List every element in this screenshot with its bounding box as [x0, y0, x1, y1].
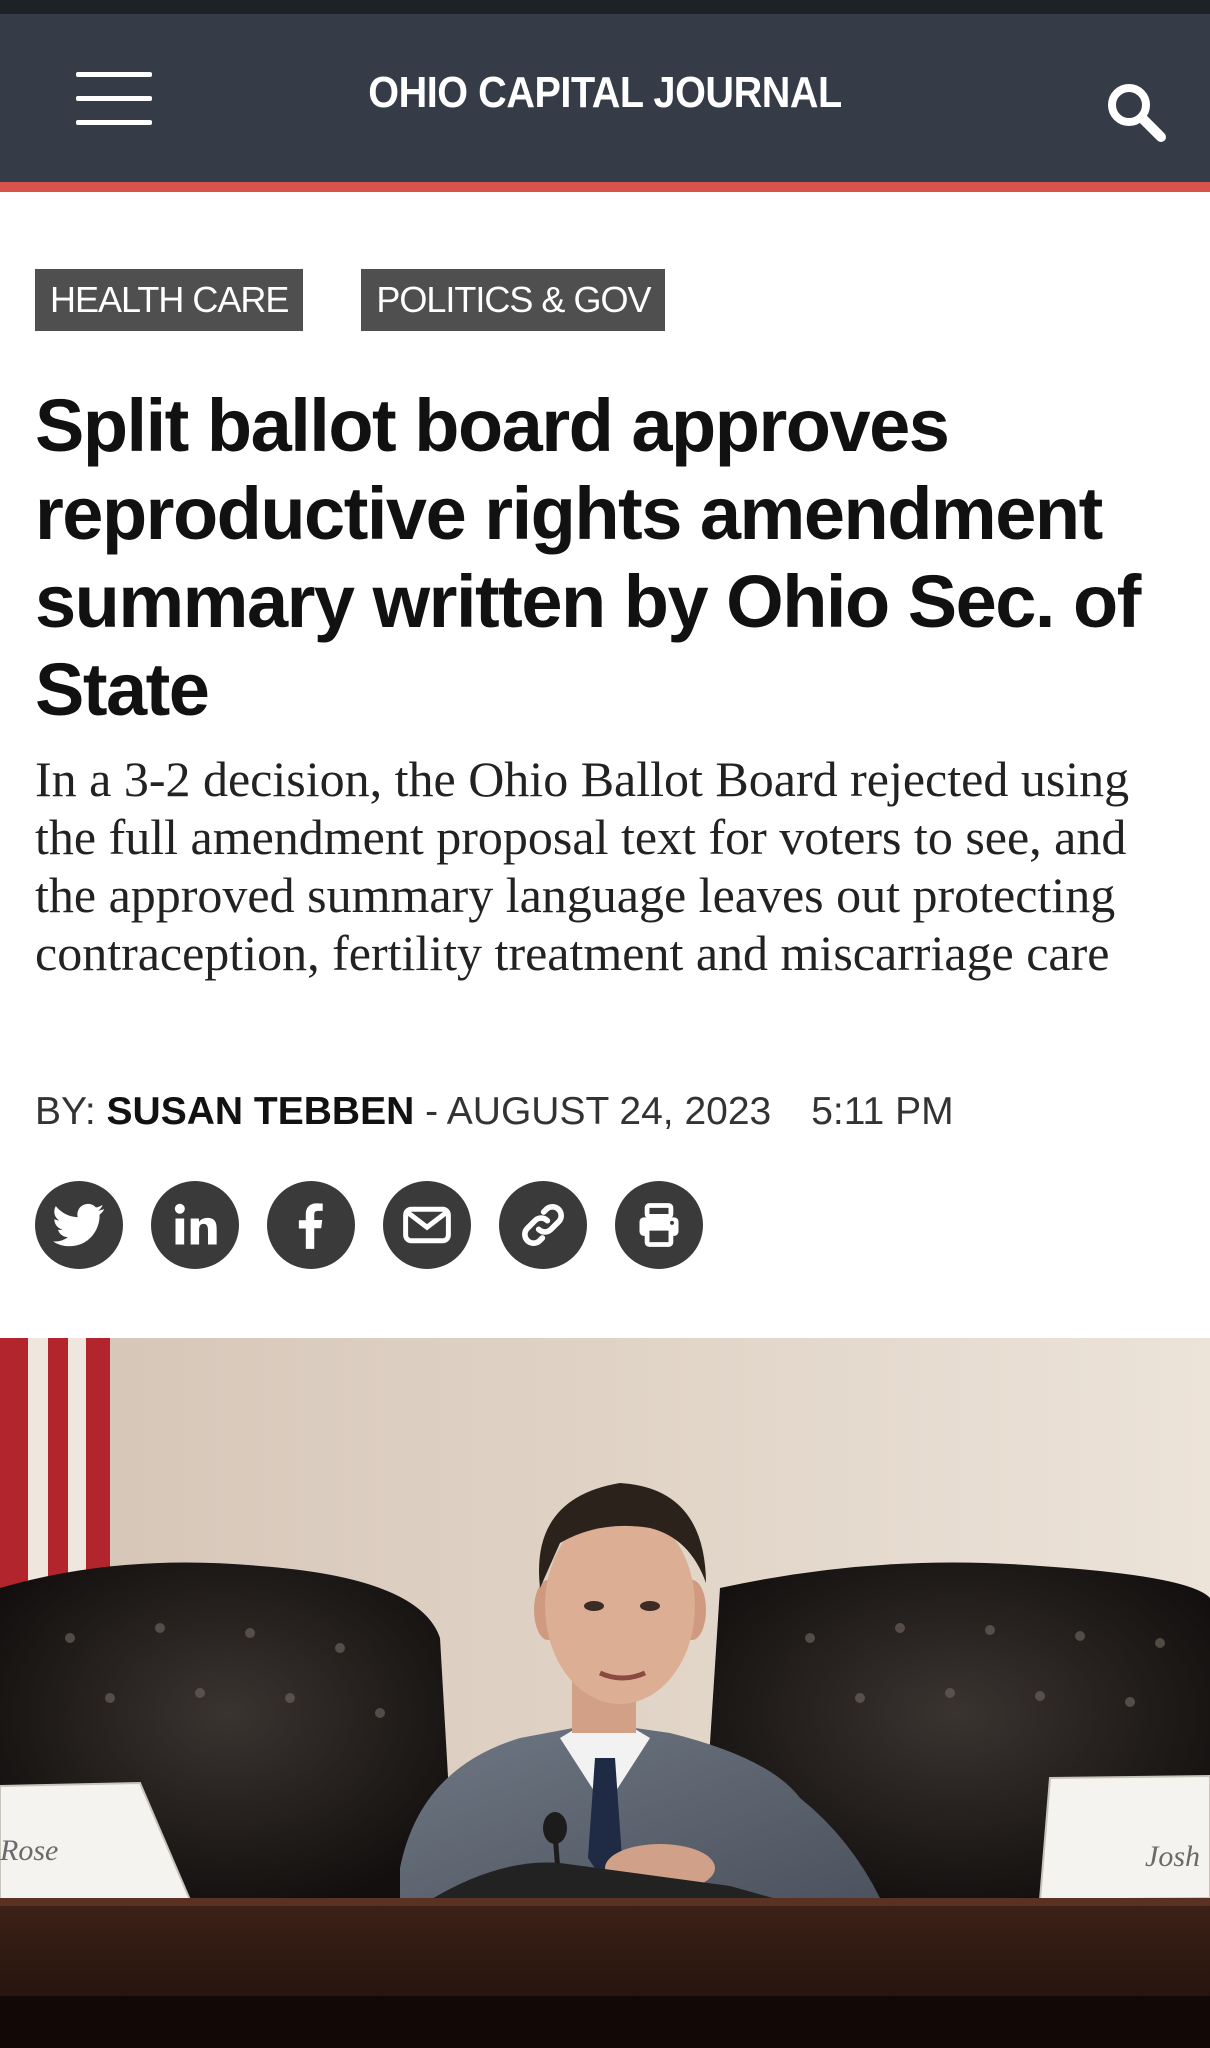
twitter-icon — [53, 1203, 105, 1247]
share-bar — [35, 1181, 703, 1269]
search-icon[interactable] — [1104, 80, 1168, 144]
copy-link-button[interactable] — [499, 1181, 587, 1269]
publish-time: 5:11 PM — [811, 1090, 954, 1133]
facebook-icon — [298, 1203, 323, 1249]
tag-health-care[interactable]: HEALTH CARE — [35, 269, 304, 331]
article-headline: Split ballot board approves reproductive… — [35, 384, 1141, 731]
byline-separator: - — [414, 1090, 447, 1133]
placard-left-name: Rose — [0, 1834, 58, 1867]
author-link[interactable]: SUSAN TEBBEN — [107, 1090, 415, 1133]
category-tags: HEALTH CARE POLITICS & GOV — [35, 269, 666, 331]
site-header: OHIO CAPITAL JOURNAL — [0, 14, 1210, 192]
linkedin-icon — [174, 1203, 217, 1245]
status-strip — [0, 0, 1210, 14]
facebook-share-button[interactable] — [267, 1181, 355, 1269]
site-title[interactable]: OHIO CAPITAL JOURNAL — [61, 68, 1150, 118]
email-share-button[interactable] — [383, 1181, 471, 1269]
twitter-share-button[interactable] — [35, 1181, 123, 1269]
print-button[interactable] — [615, 1181, 703, 1269]
placard-right-name: Josh — [1145, 1840, 1200, 1873]
article-dek: In a 3-2 decision, the Ohio Ballot Board… — [35, 751, 1130, 981]
publish-date: AUGUST 24, 2023 — [446, 1090, 772, 1133]
link-icon — [522, 1204, 564, 1246]
email-icon — [403, 1206, 451, 1244]
byline: BY: SUSAN TEBBEN - AUGUST 24, 2023 5:11 P… — [35, 1090, 954, 1134]
linkedin-share-button[interactable] — [151, 1181, 239, 1269]
article-photo: Rose Josh — [0, 1338, 1210, 2048]
byline-prefix: BY: — [35, 1090, 107, 1133]
tag-politics-gov[interactable]: POLITICS & GOV — [361, 269, 666, 331]
print-icon — [639, 1203, 679, 1247]
